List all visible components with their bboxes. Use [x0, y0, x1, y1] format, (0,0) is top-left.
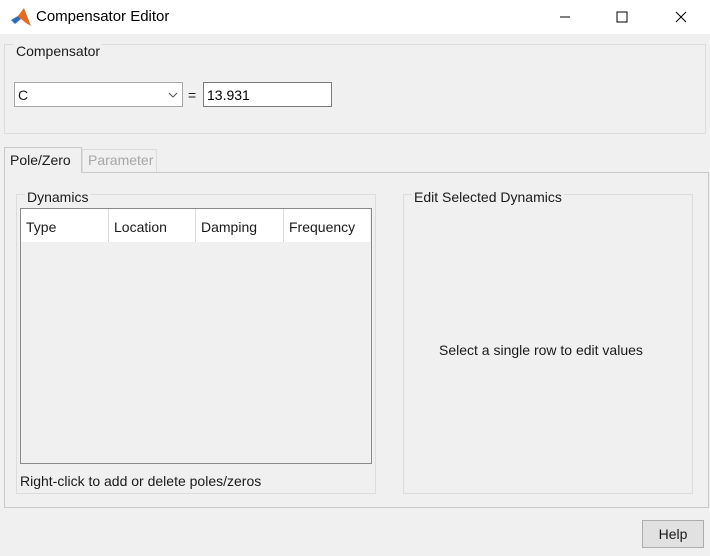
equals-sign: = [188, 87, 197, 103]
title-bar: Compensator Editor [0, 0, 710, 34]
column-header-frequency[interactable]: Frequency [284, 209, 370, 242]
maximize-button[interactable] [593, 0, 651, 34]
dynamics-hint: Right-click to add or delete poles/zeros [20, 473, 262, 489]
column-header-damping[interactable]: Damping [196, 209, 284, 242]
window-title: Compensator Editor [36, 8, 170, 25]
column-header-location[interactable]: Location [109, 209, 196, 242]
tab-pole-zero[interactable]: Pole/Zero [4, 147, 82, 173]
edit-dynamics-group-label: Edit Selected Dynamics [412, 189, 564, 205]
compensator-select[interactable]: C [14, 82, 183, 107]
column-header-type[interactable]: Type [21, 209, 109, 242]
chevron-down-icon[interactable] [164, 83, 182, 106]
maximize-icon [616, 11, 628, 23]
matlab-logo-icon [11, 8, 31, 26]
dynamics-table[interactable]: Type Location Damping Frequency [20, 208, 372, 464]
edit-dynamics-message: Select a single row to edit values [439, 342, 643, 358]
dynamics-group-label: Dynamics [25, 189, 91, 205]
minimize-icon [560, 16, 570, 18]
compensator-group-label: Compensator [14, 43, 103, 59]
compensator-select-value: C [18, 87, 29, 103]
close-icon [675, 11, 687, 23]
tab-parameter[interactable]: Parameter [82, 149, 157, 172]
minimize-button[interactable] [536, 0, 594, 34]
table-header: Type Location Damping Frequency [21, 209, 370, 242]
compensator-gain-input[interactable] [203, 82, 332, 107]
help-button[interactable]: Help [642, 520, 704, 548]
close-button[interactable] [652, 0, 710, 34]
